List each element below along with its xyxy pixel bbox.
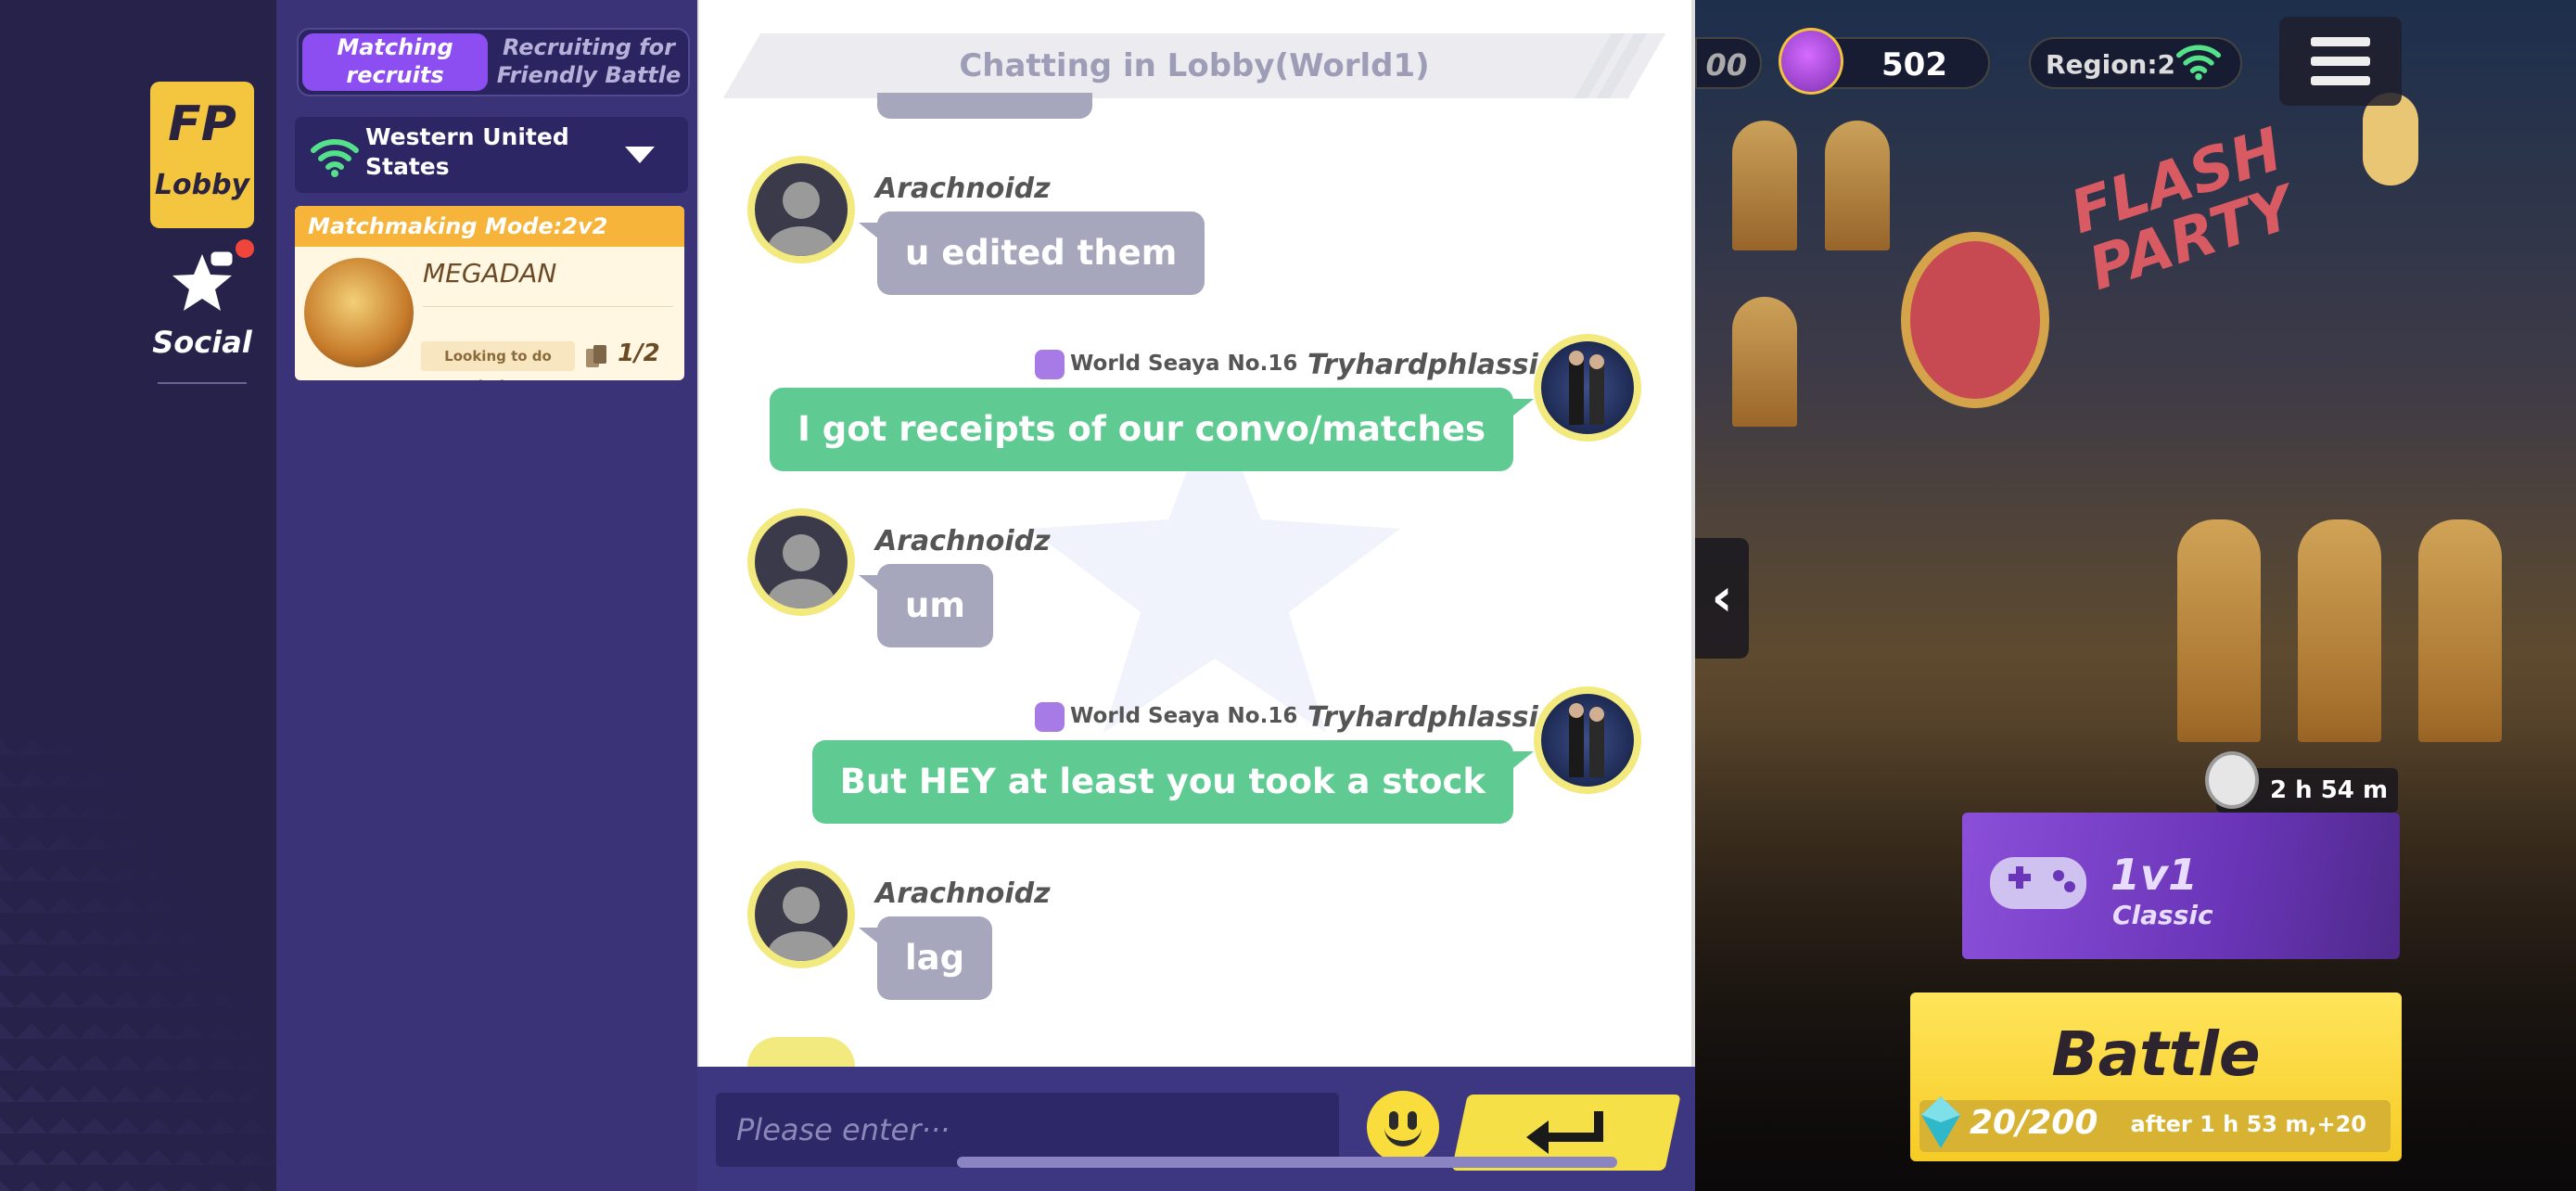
region-label: Western United States [365,123,569,180]
avatar[interactable] [747,1037,855,1067]
chat-bubble-previous [877,93,1092,119]
coins-counter[interactable]: 00 [1695,37,1762,89]
rail-pattern [0,724,276,1191]
stamina-refill: after 1 h 53 m,+20 [2130,1111,2366,1137]
building-window [1732,121,1797,250]
avatar[interactable] [747,156,855,263]
default-avatar-icon [768,887,835,961]
game-mode-subtitle: Classic [2112,900,2213,930]
avatar[interactable] [1534,334,1641,442]
trophy-icon [1035,349,1065,379]
gem-icon [1779,28,1843,95]
player-avatar-image [1569,703,1604,777]
bubble-tail [859,928,879,944]
avatar[interactable] [747,861,855,968]
battle-button-label: Battle [2051,1018,2261,1090]
building-window [2177,519,2261,742]
building-window [2298,519,2381,742]
message-username: Arachnoidz [875,525,1051,557]
toggle-matching-recruits[interactable]: Matching recruits [302,33,488,91]
caret-down-icon [625,147,655,163]
cards-icon [586,345,606,367]
message-username: Arachnoidz [875,173,1051,205]
status-badge: Looking to do missions [421,341,575,380]
notification-dot [236,239,254,258]
horizontal-scrollbar[interactable] [957,1157,1617,1168]
building-window [1732,297,1797,427]
timer-icon [2205,751,2259,809]
message-username: Tryhardphlassid [1307,701,1559,734]
chat-input[interactable] [716,1093,1339,1167]
chat-bubble: But HEY at least you took a stock [811,740,1513,824]
avatar[interactable] [1534,686,1641,794]
chat-bubble: lag [877,916,993,1000]
bubble-tail [1513,399,1534,416]
building-window [1825,121,1890,250]
game-mode-title: 1v1 [2111,850,2198,900]
wifi-icon [2175,45,2222,81]
message-username: Tryhardphlassid [1307,349,1559,381]
region-dropdown[interactable]: Western United States [295,117,688,193]
party-count: 1/2 [618,339,660,367]
battle-button[interactable]: Battle 20/200 after 1 h 53 m,+20 [1910,992,2402,1161]
bubble-tail [1513,751,1534,768]
recruit-card[interactable]: Matchmaking Mode:2v2 MEGADAN Looking to … [295,206,684,380]
player-name: MEGADAN [423,258,557,288]
fp-logo-icon: FP [168,96,236,152]
chat-title: Chatting in Lobby(World1) [959,47,1430,84]
default-avatar-icon [768,182,835,256]
stamina-value: 20/200 [1970,1104,2098,1142]
chat-bubble: u edited them [877,211,1205,295]
player-title-text: World Seaya No.16 [1070,704,1298,728]
message-username: Arachnoidz [875,877,1051,910]
menu-icon[interactable] [2279,17,2402,106]
nav-tab-lobby[interactable]: FP Lobby [150,82,254,228]
matchmaking-mode: Matchmaking Mode:2v2 [295,206,684,247]
player-title-badge: World Seaya No.16 [1035,345,1297,382]
nav-tab-lobby-label: Lobby [154,169,250,201]
player-title-text: World Seaya No.16 [1070,352,1298,376]
chat-bubble: I got receipts of our convo/matches [770,388,1513,471]
nav-tab-social[interactable]: Social [139,239,265,371]
player-title-badge: World Seaya No.16 [1035,698,1297,735]
chat-bubble: um [877,564,993,647]
flash-party-sign: FLASH PARTY [2062,115,2303,304]
recruit-mode-toggle[interactable]: Matching recruits Recruiting for Friendl… [297,28,690,96]
player-avatar-image [1569,351,1604,425]
gamepad-icon [1990,857,2086,909]
enter-icon [1526,1111,1603,1154]
trophy-icon [1035,701,1065,732]
game-mode-selector[interactable]: 1v1 Classic [1962,813,2400,959]
avatar[interactable] [747,508,855,616]
wifi-icon [311,139,359,177]
rail-divider [158,382,247,384]
bubble-tail [859,223,879,239]
card-divider [423,306,673,307]
back-arrow-icon[interactable]: ‹ [1695,538,1749,659]
default-avatar-icon [768,534,835,608]
gem-icon [1921,1096,1960,1148]
building-window [2418,519,2502,742]
toggle-friendly-battle[interactable]: Recruiting for Friendly Battle [493,33,684,91]
hat-sign [1901,232,2049,408]
avatar [304,258,414,367]
nav-tab-social-label: Social [152,325,252,360]
bubble-tail [859,575,879,592]
emoji-icon[interactable] [1367,1091,1439,1163]
street-lamp [2363,93,2418,186]
star-icon [172,250,236,311]
